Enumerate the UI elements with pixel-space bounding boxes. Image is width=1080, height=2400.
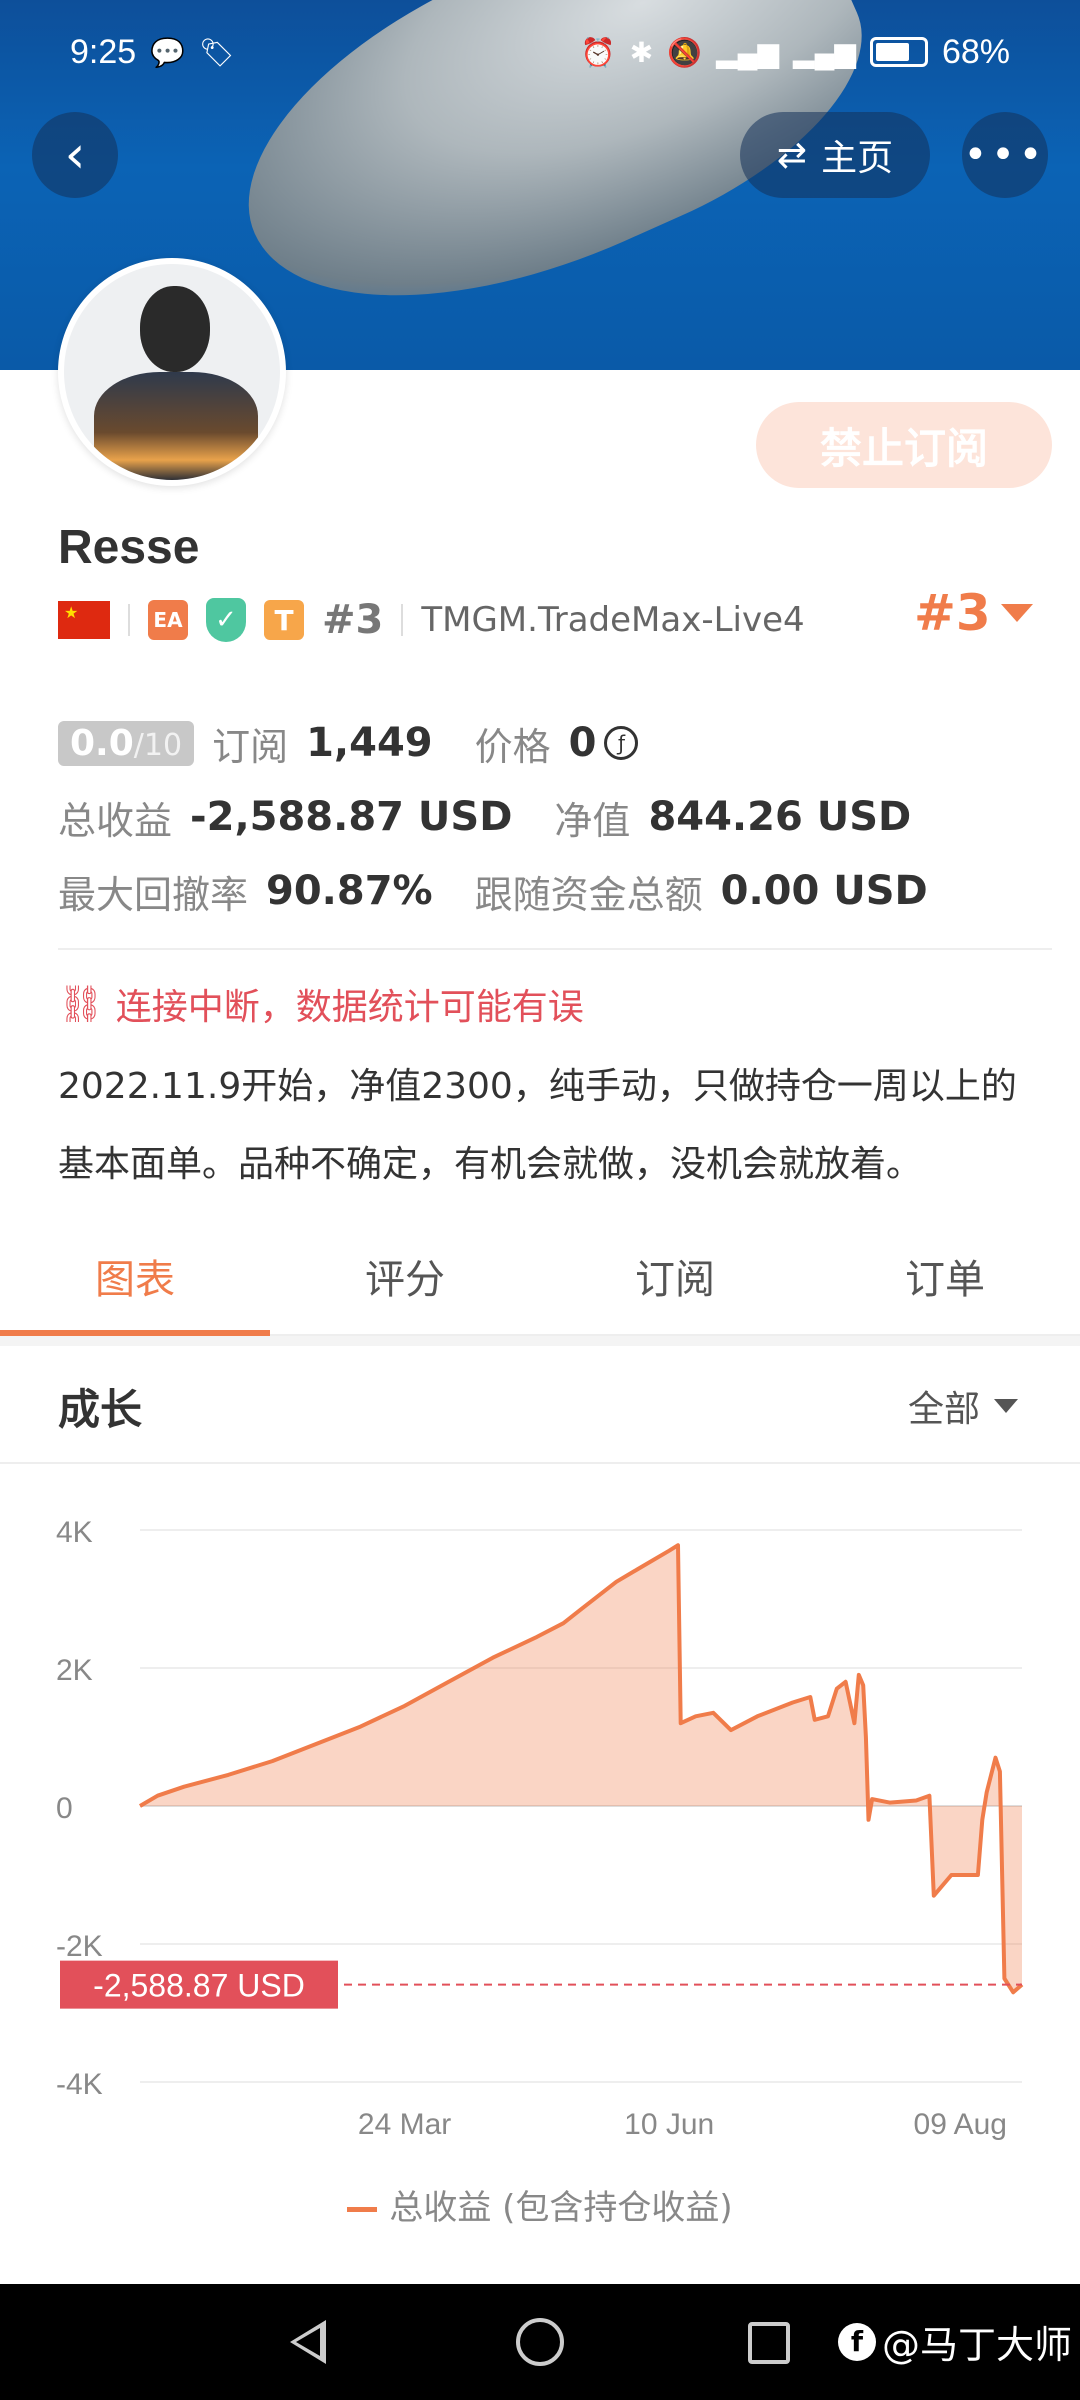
chart-legend: 总收益 (包含持仓收益)	[0, 2180, 1080, 2229]
weibo-logo-icon: f	[838, 2322, 876, 2361]
nav-recent-icon[interactable]	[748, 2322, 790, 2364]
x-tick-label: 10 Jun	[624, 2108, 714, 2141]
score-value: 0.0	[70, 722, 134, 764]
y-tick-label: 2K	[56, 1654, 93, 1687]
system-nav-bar: f @马丁大师	[0, 2284, 1080, 2400]
bluetooth-icon: ✱	[629, 36, 654, 68]
series-area	[140, 1545, 1022, 1993]
follow-funds-value: 0.00 USD	[720, 868, 928, 914]
price-value: 0	[568, 720, 597, 766]
y-tick-label: 0	[56, 1792, 73, 1825]
t-badge: T	[264, 600, 304, 640]
equity-label: 净值	[554, 798, 631, 843]
strategy-description: 2022.11.9开始，净值2300，纯手动，只做持仓一周以上的基本面单。品种不…	[58, 1066, 1017, 1185]
more-button[interactable]: •••	[962, 112, 1048, 198]
avatar[interactable]	[58, 258, 286, 486]
wechat-icon: 💬	[150, 36, 186, 68]
subscribe-button[interactable]: 禁止订阅	[756, 402, 1052, 488]
caret-down-icon	[1000, 604, 1033, 622]
y-tick-label: -4K	[56, 2068, 103, 2101]
section-title: 成长	[58, 1385, 143, 1434]
y-tick-label: 4K	[56, 1516, 93, 1549]
server-name: TMGM.TradeMax-Live4	[421, 600, 805, 640]
mute-icon: 🔕	[667, 36, 703, 68]
battery-percent: 68%	[941, 32, 1010, 71]
divider	[58, 948, 1052, 950]
chevron-left-icon: ‹	[64, 125, 86, 185]
status-bar: 9:25 💬 🏷 ⏰ ✱ 🔕 ▂▄▆ ▂▄▆ 68%	[0, 20, 1080, 84]
warning-text: 连接中断，数据统计可能有误	[115, 987, 584, 1028]
connection-warning: ⛓ 连接中断，数据统计可能有误	[58, 978, 584, 1030]
score-box: 0.0/10	[58, 720, 195, 766]
tab-bar: 图表 评分 订阅 订单	[0, 1218, 1080, 1336]
growth-section-header: 成长 全部	[0, 1346, 1080, 1464]
tab-orders[interactable]: 订单	[810, 1218, 1080, 1334]
nav-back-icon[interactable]	[290, 2320, 326, 2364]
current-value-label: -2,588.87 USD	[93, 1968, 305, 2004]
notification-icon: 🏷	[199, 36, 235, 68]
more-horizontal-icon: •••	[963, 132, 1047, 178]
rank-small: #3	[322, 597, 384, 643]
x-tick-label: 24 Mar	[358, 2108, 451, 2141]
nav-home-icon[interactable]	[516, 2318, 564, 2366]
ea-badge: EA	[148, 600, 188, 640]
status-time: 9:25	[70, 32, 137, 71]
back-button[interactable]: ‹	[32, 112, 118, 198]
stats-panel: 0.0/10 订阅 1,449 价格 0 ƒ 总收益 -2,588.87 USD…	[58, 706, 1048, 928]
profile-name: Resse	[58, 521, 200, 574]
alarm-icon: ⏰	[580, 36, 616, 68]
range-selector[interactable]: 全部	[908, 1380, 1018, 1432]
watermark: f @马丁大师	[838, 2314, 1072, 2369]
china-flag-icon: ★	[58, 601, 110, 639]
watermark-text: @马丁大师	[882, 2323, 1073, 2367]
subscribe-count: 1,449	[306, 720, 433, 766]
home-label: 主页	[821, 138, 894, 179]
badge-row: ★ EA ✓ T #3 TMGM.TradeMax-Live4	[58, 596, 805, 644]
tab-rating[interactable]: 评分	[270, 1218, 540, 1334]
range-label: 全部	[907, 1389, 980, 1430]
verified-shield-icon: ✓	[206, 598, 246, 642]
drawdown-label: 最大回撤率	[58, 872, 249, 917]
tab-chart[interactable]: 图表	[0, 1218, 270, 1336]
signal-icon: ▂▄▆	[793, 36, 856, 68]
link-broken-icon: ⛓	[58, 984, 104, 1025]
y-tick-label: -2K	[56, 1930, 103, 1963]
follow-funds-label: 跟随资金总额	[474, 872, 703, 917]
total-profit-value: -2,588.87 USD	[190, 794, 513, 840]
total-profit-label: 总收益	[58, 798, 173, 843]
coin-icon: ƒ	[604, 726, 639, 760]
tab-subscribe[interactable]: 订阅	[540, 1218, 810, 1334]
battery-icon	[869, 37, 928, 67]
signal-icon: ▂▄▆	[716, 36, 780, 68]
switch-icon: ⇄	[776, 134, 808, 176]
growth-chart: 4K 2K 0 -2K -4K 24 Mar 10 Jun 09 Aug -2,588.87 U…	[56, 1516, 1024, 2141]
drawdown-value: 90.87%	[266, 868, 433, 914]
equity-value: 844.26 USD	[648, 794, 912, 840]
x-tick-label: 09 Aug	[914, 2108, 1007, 2141]
legend-swatch	[347, 2207, 378, 2212]
subscribe-label: 订阅	[212, 724, 289, 769]
score-max: /10	[133, 727, 183, 763]
legend-label: 总收益 (包含持仓收益)	[389, 2188, 733, 2228]
price-label: 价格	[474, 724, 551, 769]
rank-value: #3	[914, 584, 991, 642]
rank-dropdown[interactable]: #3	[914, 584, 1033, 642]
caret-down-icon	[994, 1399, 1018, 1413]
home-button[interactable]: ⇄ 主页	[740, 112, 930, 198]
